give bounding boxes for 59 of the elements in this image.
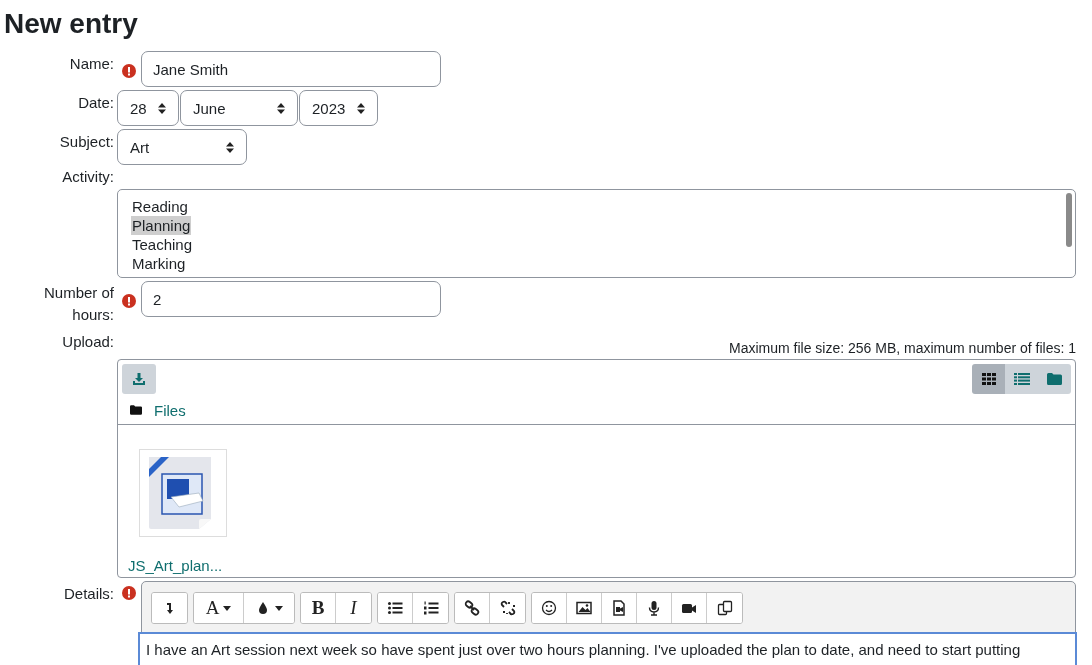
field-label: Details:	[63, 585, 114, 603]
list-view-button[interactable]	[1005, 364, 1038, 394]
add-file-button[interactable]	[122, 364, 156, 394]
link-icon	[464, 600, 480, 616]
page-title: New entry	[4, 7, 139, 41]
field-label: Number of hours:	[43, 283, 114, 325]
month-select[interactable]: June	[180, 90, 298, 126]
numbered-list-icon	[422, 600, 439, 616]
icon-view-button[interactable]	[972, 364, 1005, 394]
subject-select[interactable]: Art	[117, 129, 247, 165]
folder-link[interactable]: Files	[154, 401, 186, 419]
details-text-area[interactable]: I have an Art session next week so have spent just over two hours planning. I've uploaded the plan to date, and need to start putting	[138, 632, 1077, 665]
folder-icon	[1047, 373, 1062, 385]
hours-field[interactable]: 2	[141, 281, 441, 317]
name-field[interactable]: Jane Smith	[141, 51, 441, 87]
bullet-list-icon	[387, 600, 403, 616]
list-option[interactable]: Marking	[131, 254, 187, 273]
details-text: I have an Art session next week so have spent just over two hours planning. I've uploaded the plan to date, and need to start putting	[146, 641, 1021, 658]
list-option[interactable]: Teaching	[131, 235, 194, 254]
required-icon	[122, 586, 136, 600]
format-button[interactable]: B	[301, 593, 336, 623]
scrollbar[interactable]	[1066, 193, 1072, 247]
smiley-icon	[541, 600, 557, 616]
year-select[interactable]: 2023	[299, 90, 378, 126]
required-icon	[122, 64, 136, 78]
list-option[interactable]: Reading	[131, 197, 189, 216]
tree-view-button[interactable]	[1038, 364, 1071, 394]
image-icon	[576, 600, 592, 616]
field-label: Upload:	[62, 333, 114, 351]
required-icon	[122, 294, 136, 308]
grid-icon	[981, 373, 996, 385]
up-down-arrows-icon	[226, 141, 234, 153]
file-limits: Maximum file size: 256 MB, maximum number of files: 1	[728, 340, 1076, 356]
caret-icon	[275, 605, 283, 611]
document-icon[interactable]	[139, 449, 227, 537]
field-label: Name:	[69, 55, 114, 73]
field-label: Subject:	[59, 133, 114, 151]
bullet-list-button[interactable]	[378, 593, 413, 623]
copy-icon	[716, 600, 733, 616]
unlink-icon	[499, 600, 516, 616]
smiley-button[interactable]	[532, 593, 567, 623]
day-select[interactable]: 28	[117, 90, 179, 126]
caret-icon	[223, 605, 232, 611]
up-down-arrows-icon	[277, 102, 285, 114]
folder-icon	[130, 405, 142, 415]
field-label: Date:	[78, 94, 114, 112]
media-file-icon	[611, 600, 627, 616]
link-button[interactable]	[455, 593, 490, 623]
microphone-icon	[646, 600, 662, 616]
download-icon	[132, 372, 146, 386]
list-option[interactable]: Planning	[131, 216, 192, 235]
format-button[interactable]: A	[194, 593, 244, 623]
up-down-arrows-icon	[158, 102, 166, 114]
indent-button[interactable]	[152, 593, 187, 623]
field-label: Activity:	[62, 168, 114, 186]
list-icon	[1013, 373, 1030, 385]
file-name-link[interactable]: JS_Art_plan...	[128, 557, 223, 574]
activity-list[interactable]: Reading Planning Teaching Marking	[117, 189, 1076, 278]
up-down-arrows-icon	[357, 102, 365, 114]
